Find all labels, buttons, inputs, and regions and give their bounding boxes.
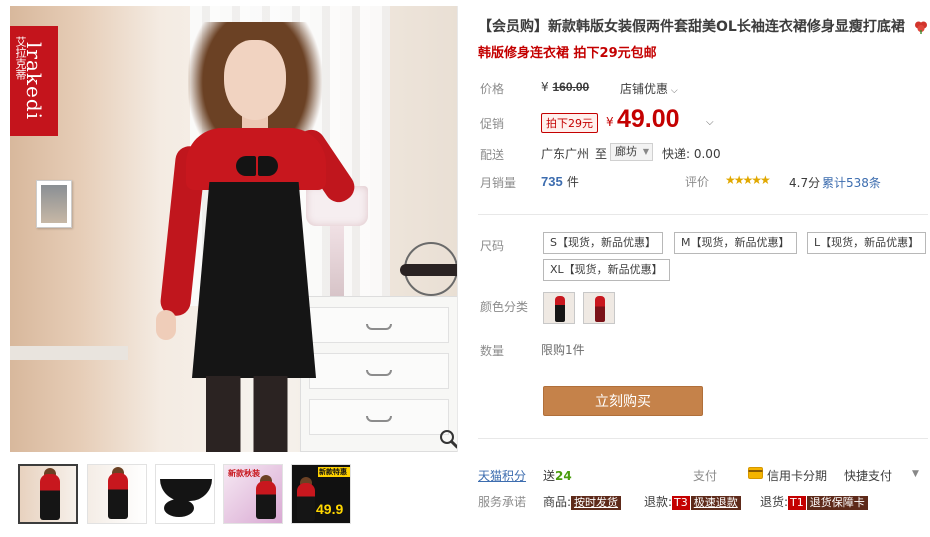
dresser-decor bbox=[300, 296, 457, 452]
lamp-base-decor bbox=[330, 226, 344, 296]
ship-from: 广东广州 bbox=[541, 147, 590, 161]
currency-symbol: ¥ bbox=[541, 80, 549, 94]
rating-score: 4.7分 bbox=[789, 176, 821, 190]
thumbnail-label: 新款秋装 bbox=[228, 469, 260, 478]
model-face bbox=[224, 40, 286, 120]
brand-logo: 艾拉克蒂 lrakedi bbox=[10, 26, 58, 136]
promo-label: 促销 bbox=[480, 117, 505, 131]
thumbnail-4[interactable]: 新款秋装 bbox=[223, 464, 283, 524]
shop-promo-dropdown[interactable]: 店铺优惠 ⌵ bbox=[620, 80, 678, 97]
main-product-image[interactable]: 艾拉克蒂 lrakedi bbox=[10, 6, 458, 452]
shop-promo-label: 店铺优惠 bbox=[620, 82, 669, 96]
brand-logo-cn: 艾拉克蒂 bbox=[14, 36, 27, 80]
service-goods-tag[interactable]: 按时发货 bbox=[571, 496, 622, 510]
credit-installment-option[interactable]: 信用卡分期 bbox=[767, 467, 827, 484]
size-option-s[interactable]: S【现货，新品优惠】 bbox=[543, 232, 663, 254]
thumbnail-1[interactable] bbox=[18, 464, 78, 524]
currency-symbol: ¥ bbox=[606, 115, 614, 129]
monthly-sales: 735 件 bbox=[541, 173, 579, 190]
model-legs bbox=[206, 376, 292, 452]
divider bbox=[478, 438, 928, 439]
points-prefix: 送 bbox=[543, 469, 556, 483]
credit-card-icon bbox=[748, 467, 763, 479]
points-value: 24 bbox=[555, 469, 572, 483]
service-label: 服务承诺 bbox=[478, 495, 527, 509]
side-table-decor bbox=[10, 346, 128, 360]
wine-rack-decor bbox=[400, 242, 457, 296]
thumbnail-price: 49.9 bbox=[316, 501, 344, 517]
review-count-link[interactable]: 累计538条 bbox=[822, 174, 881, 191]
shipping-label: 配送 bbox=[480, 148, 505, 162]
monthly-sales-unit: 件 bbox=[566, 175, 579, 189]
service-return-tag[interactable]: 退货保障卡 bbox=[806, 496, 868, 510]
chevron-down-icon: ⌵ bbox=[668, 86, 678, 96]
quantity-limit: 限购1件 bbox=[541, 343, 585, 357]
flower-badge-icon bbox=[915, 21, 927, 34]
thumbnail-3[interactable] bbox=[155, 464, 215, 524]
chevron-down-icon: ▼ bbox=[642, 147, 649, 156]
chevron-down-icon[interactable]: ▼ bbox=[912, 469, 919, 479]
service-goods-label: 商品: bbox=[543, 495, 572, 509]
service-refund-tag[interactable]: 极速退款 bbox=[690, 496, 741, 510]
color-option-2[interactable] bbox=[583, 292, 615, 324]
service-return: 退货: T1 退货保障卡 bbox=[760, 493, 868, 510]
dress-black-body bbox=[192, 182, 316, 378]
rating-stars-icon: ★★★★★ bbox=[725, 173, 771, 187]
buy-now-button[interactable]: 立刻购买 bbox=[543, 386, 703, 416]
service-return-label: 退货: bbox=[760, 495, 789, 509]
points-info: 送24 bbox=[543, 467, 572, 484]
size-option-l[interactable]: L【现货，新品优惠】 bbox=[807, 232, 927, 254]
color-label: 颜色分类 bbox=[480, 300, 529, 314]
service-refund-code: T3 bbox=[672, 496, 690, 510]
destination-value: 廊坊 bbox=[615, 145, 637, 158]
chevron-down-icon[interactable]: ⌵ bbox=[706, 117, 714, 128]
promo-price: 49.00 bbox=[617, 105, 680, 133]
color-option-1[interactable] bbox=[543, 292, 575, 324]
express-fee: 快递: 0.00 bbox=[662, 147, 721, 161]
original-price: ¥ 160.00 bbox=[541, 80, 589, 94]
product-title: 【会员购】新款韩版女装假两件套甜美OL长袖连衣裙修身显瘦打底裙 bbox=[478, 19, 905, 35]
monthly-sales-count: 735 bbox=[541, 174, 563, 189]
thumbnail-5[interactable]: 新款特惠 49.9 bbox=[291, 464, 351, 524]
express-pay-option[interactable]: 快捷支付 bbox=[844, 467, 892, 484]
quantity-label: 数量 bbox=[480, 344, 505, 358]
wall-frame-decor bbox=[36, 180, 72, 228]
size-option-xl[interactable]: XL【现货，新品优惠】 bbox=[543, 259, 670, 281]
monthly-sales-label: 月销量 bbox=[480, 176, 517, 190]
payment-label: 支付 bbox=[693, 469, 718, 483]
size-label: 尺码 bbox=[480, 239, 505, 253]
service-return-code: T1 bbox=[788, 496, 806, 510]
thumbnail-label: 新款特惠 bbox=[319, 468, 347, 476]
product-subtitle: 韩版修身连衣裙 拍下29元包邮 bbox=[478, 46, 657, 61]
service-refund-label: 退款: bbox=[644, 495, 673, 509]
model-hand bbox=[156, 310, 176, 340]
thumbnail-2[interactable] bbox=[87, 464, 147, 524]
divider bbox=[478, 214, 928, 215]
dress-bow bbox=[236, 156, 278, 176]
promo-badge: 拍下29元 bbox=[541, 113, 598, 133]
original-price-value: 160.00 bbox=[552, 80, 590, 94]
size-option-m[interactable]: M【现货，新品优惠】 bbox=[674, 232, 797, 254]
ship-to-label: 至 bbox=[595, 147, 608, 161]
zoom-icon[interactable] bbox=[438, 428, 458, 450]
service-goods: 商品: 按时发货 bbox=[543, 493, 622, 510]
price-label: 价格 bbox=[480, 82, 505, 96]
destination-select[interactable]: 廊坊 ▼ bbox=[610, 143, 653, 161]
service-refund: 退款: T3 极速退款 bbox=[644, 493, 741, 510]
tmall-points-link[interactable]: 天猫积分 bbox=[478, 467, 526, 484]
review-label: 评价 bbox=[685, 175, 710, 189]
